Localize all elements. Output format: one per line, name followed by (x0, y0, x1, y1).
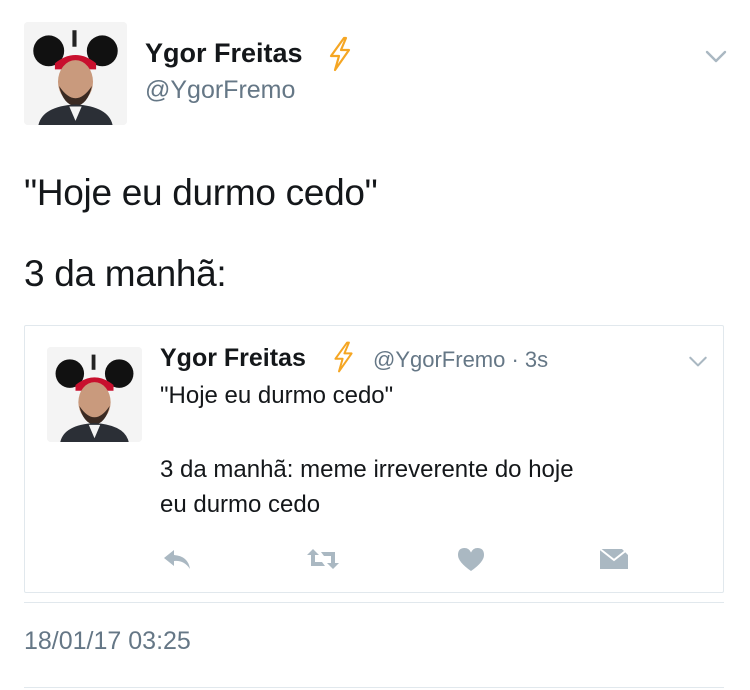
quoted-author-name[interactable]: Ygor Freitas (160, 344, 306, 373)
chevron-down-icon[interactable] (705, 50, 727, 64)
tweet-text-line-2: 3 da manhã: (24, 253, 227, 294)
like-button[interactable] (454, 545, 488, 573)
quoted-text-line-3: eu durmo cedo (160, 491, 321, 518)
reply-icon (164, 550, 190, 569)
chevron-down-icon[interactable] (688, 355, 708, 367)
lightning-bolt-icon (330, 340, 357, 374)
heart-icon (458, 548, 484, 571)
quoted-text-line-2: 3 da manhã: meme irreverente do hoje (160, 456, 574, 483)
tweet-text-line-1: "Hoje eu durmo cedo" (24, 172, 378, 213)
divider (24, 687, 724, 688)
direct-message-icon (599, 548, 629, 569)
divider (24, 602, 724, 603)
author-name[interactable]: Ygor Freitas (145, 38, 303, 69)
quoted-author-avatar[interactable] (47, 347, 142, 442)
quoted-text-line-1: "Hoje eu durmo cedo" (160, 382, 394, 409)
retweet-icon (307, 549, 339, 569)
retweet-button[interactable] (306, 545, 340, 573)
reply-button[interactable] (160, 545, 194, 573)
author-handle[interactable]: @YgorFremo (145, 76, 295, 105)
tweet-timestamp: 18/01/17 03:25 (24, 627, 191, 655)
avatar-image (47, 347, 142, 442)
avatar-image (24, 22, 127, 125)
author-avatar[interactable] (24, 22, 127, 125)
quoted-handle-time[interactable]: @YgorFremo · 3s (373, 347, 548, 373)
lightning-bolt-icon (325, 36, 355, 72)
direct-message-button[interactable] (597, 545, 631, 573)
